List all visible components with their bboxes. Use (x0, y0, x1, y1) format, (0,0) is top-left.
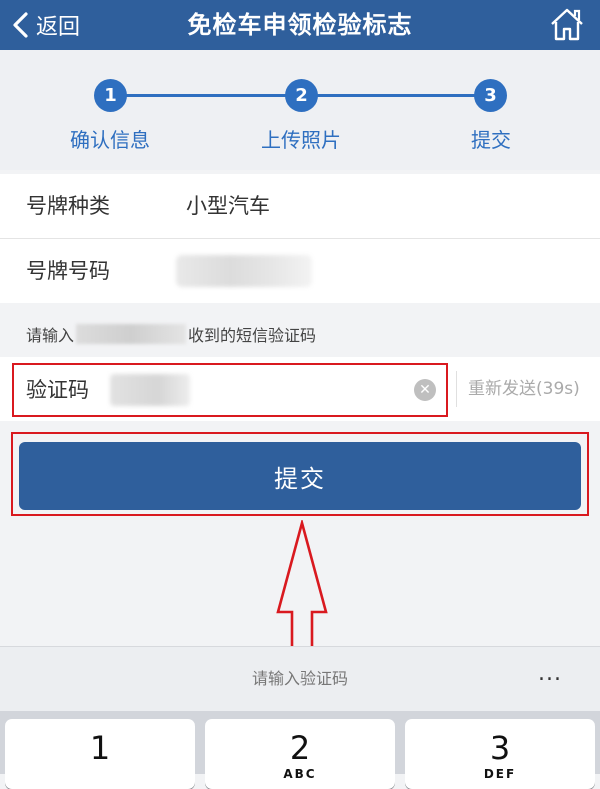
key-3-letters: DEF (483, 767, 517, 781)
plate-number-row: 号牌号码 (0, 239, 600, 303)
plate-number-label: 号牌号码 (26, 259, 110, 283)
step-connector (300, 94, 490, 97)
page-title: 免检车申领检验标志 (187, 11, 413, 39)
plate-type-label: 号牌种类 (26, 194, 110, 218)
clear-icon[interactable]: ✕ (414, 379, 436, 401)
key-2[interactable]: 2 ABC (205, 719, 395, 789)
step-2-label: 上传照片 (261, 128, 341, 152)
sms-hint-suffix: 收到的短信验证码 (188, 326, 317, 345)
redacted-code-value (110, 374, 190, 406)
key-1[interactable]: 1 (5, 719, 195, 789)
sms-hint-prefix: 请输入 (26, 326, 75, 345)
redacted-phone-number (76, 324, 187, 344)
verification-code-row: 验证码 ✕ 重新发送(39s) (0, 357, 600, 421)
more-options-button[interactable]: ... (538, 661, 562, 686)
step-progress: 1 2 3 确认信息 上传照片 提交 (0, 50, 600, 170)
sms-hint-area: 请输入 收到的短信验证码 (0, 306, 600, 356)
key-3[interactable]: 3 DEF (405, 719, 595, 789)
submit-button[interactable]: 提交 (19, 442, 581, 510)
verification-code-label: 验证码 (26, 378, 89, 402)
numeric-keypad: 1 2 ABC 3 DEF (0, 711, 600, 789)
key-1-number: 1 (89, 729, 111, 767)
key-2-number: 2 (289, 729, 311, 767)
plate-type-value: 小型汽车 (186, 194, 270, 218)
resend-button[interactable]: 重新发送(39s) (468, 357, 580, 421)
divider (456, 371, 457, 407)
step-1-label: 确认信息 (70, 128, 150, 152)
step-1-dot: 1 (94, 79, 127, 112)
step-3-label: 提交 (471, 128, 511, 152)
step-connector (112, 94, 300, 97)
step-3-dot: 3 (474, 79, 507, 112)
verification-code-field[interactable]: 验证码 ✕ (12, 363, 448, 417)
keyboard-accessory-bar: 请输入验证码 ... (0, 646, 600, 711)
key-2-letters: ABC (283, 767, 317, 781)
keyboard-hint: 请输入验证码 (251, 669, 348, 688)
nav-bar: 返回 免检车申领检验标志 (0, 0, 600, 50)
key-3-number: 3 (489, 729, 511, 767)
plate-type-row: 号牌种类 小型汽车 (0, 174, 600, 239)
redacted-plate-number (176, 255, 312, 287)
vehicle-info: 号牌种类 小型汽车 号牌号码 (0, 174, 600, 303)
step-2-dot: 2 (285, 79, 318, 112)
sms-hint: 请输入 收到的短信验证码 (26, 322, 316, 346)
home-icon[interactable] (548, 6, 586, 42)
